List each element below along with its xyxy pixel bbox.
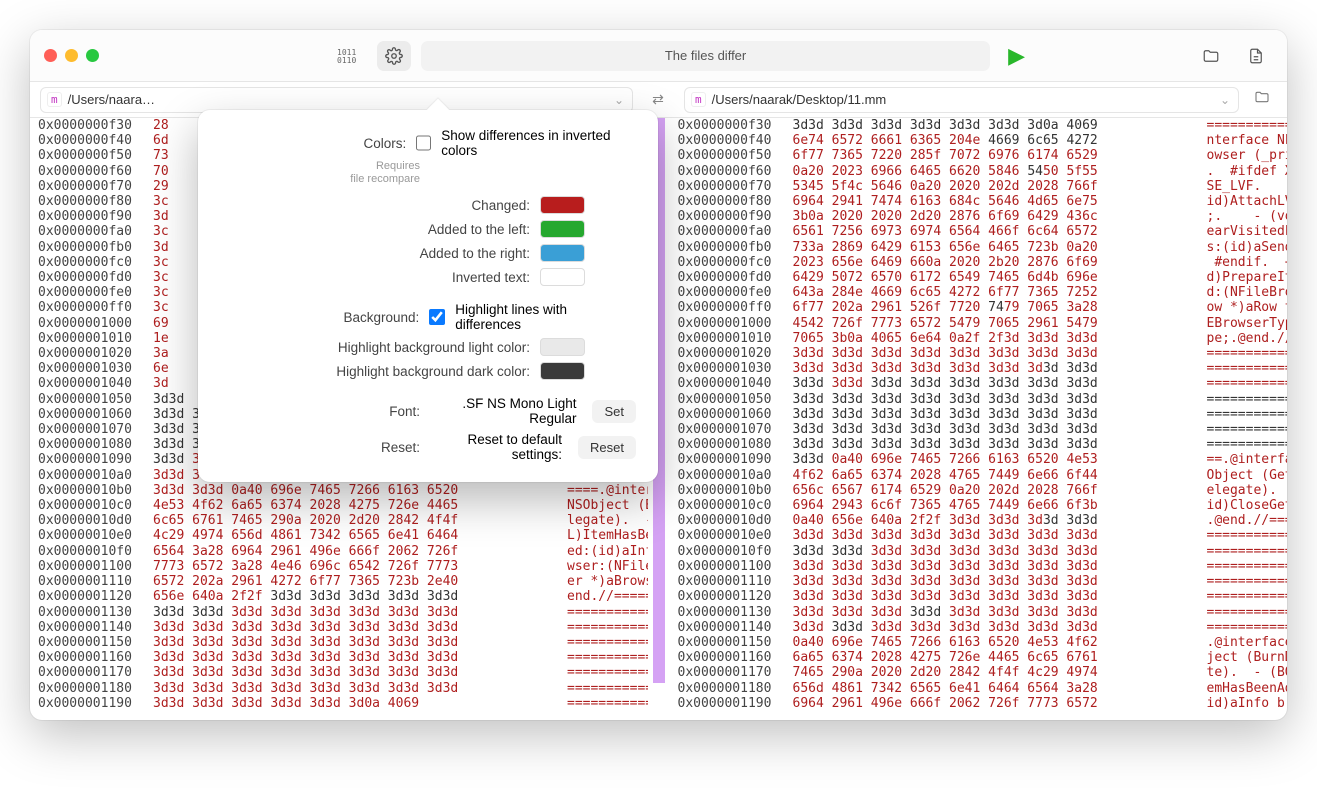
hex-row: 0x0000001150 3d3d 3d3d 3d3d 3d3d 3d3d 3d…	[38, 635, 640, 650]
hex-row: 0x00000010c0 4e53 4f62 6a65 6374 2028 42…	[38, 498, 640, 513]
hex-row: 0x0000000f90 3b0a 2020 2020 2d20 2876 6f…	[678, 209, 1280, 224]
hex-row: 0x0000001120 656e 640a 2f2f 3d3d 3d3d 3d…	[38, 589, 640, 604]
run-button[interactable]: ▶	[1000, 41, 1033, 71]
hex-row: 0x00000010d0 6c65 6761 7465 290a 2020 2d…	[38, 513, 640, 528]
browse-button[interactable]	[1247, 89, 1277, 110]
hex-row: 0x0000001140 3d3d 3d3d 3d3d 3d3d 3d3d 3d…	[678, 620, 1280, 635]
hl-dark-color-swatch[interactable]	[540, 362, 585, 380]
added-right-color-swatch[interactable]	[540, 244, 585, 262]
hex-row: 0x0000001190 6964 2961 496e 666f 2062 72…	[678, 696, 1280, 711]
hex-row: 0x00000010f0 3d3d 3d3d 3d3d 3d3d 3d3d 3d…	[678, 544, 1280, 559]
left-path-input[interactable]: m /Users/naara… ⌄	[40, 87, 633, 113]
hex-row: 0x0000001130 3d3d 3d3d 3d3d 3d3d 3d3d 3d…	[38, 605, 640, 620]
reset-button[interactable]: Reset	[578, 436, 636, 459]
hex-row: 0x00000010a0 4f62 6a65 6374 2028 4765 74…	[678, 468, 1280, 483]
file-type-icon: m	[47, 92, 62, 107]
hex-row: 0x0000001140 3d3d 3d3d 3d3d 3d3d 3d3d 3d…	[38, 620, 640, 635]
hex-row: 0x0000000f70 5345 5f4c 5646 0a20 2020 20…	[678, 179, 1280, 194]
zoom-icon[interactable]	[86, 49, 99, 62]
chevron-down-icon[interactable]: ⌄	[614, 93, 624, 107]
hex-row: 0x0000000f60 0a20 2023 6966 6465 6620 58…	[678, 164, 1280, 179]
set-font-button[interactable]: Set	[592, 400, 636, 423]
hex-row: 0x0000001160 3d3d 3d3d 3d3d 3d3d 3d3d 3d…	[38, 650, 640, 665]
binary-icon[interactable]: 10110110	[329, 41, 367, 71]
right-path-input[interactable]: m /Users/naarak/Desktop/11.mm ⌄	[684, 87, 1239, 113]
hex-row: 0x0000000f50 6f77 7365 7220 285f 7072 69…	[678, 148, 1280, 163]
added-left-color-swatch[interactable]	[540, 220, 585, 238]
inverted-colors-checkbox[interactable]	[416, 135, 431, 151]
hex-row: 0x0000001070 3d3d 3d3d 3d3d 3d3d 3d3d 3d…	[678, 422, 1280, 437]
hex-row: 0x0000000f80 6964 2941 7474 6163 684c 56…	[678, 194, 1280, 209]
hex-row: 0x0000000ff0 6f77 202a 2961 526f 7720 74…	[678, 300, 1280, 315]
hex-row: 0x0000001060 3d3d 3d3d 3d3d 3d3d 3d3d 3d…	[678, 407, 1280, 422]
changed-color-swatch[interactable]	[540, 196, 585, 214]
hl-light-color-swatch[interactable]	[540, 338, 585, 356]
hex-row: 0x0000000f30 3d3d 3d3d 3d3d 3d3d 3d3d 3d…	[678, 118, 1280, 133]
hex-row: 0x0000001190 3d3d 3d3d 3d3d 3d3d 3d3d 3d…	[38, 696, 640, 711]
hex-row: 0x0000000fe0 643a 284e 4669 6c65 4272 6f…	[678, 285, 1280, 300]
hex-row: 0x0000001110 3d3d 3d3d 3d3d 3d3d 3d3d 3d…	[678, 574, 1280, 589]
hex-row: 0x00000010b0 3d3d 3d3d 0a40 696e 7465 72…	[38, 483, 640, 498]
hex-row: 0x0000001110 6572 202a 2961 4272 6f77 73…	[38, 574, 640, 589]
hex-row: 0x0000000fa0 6561 7256 6973 6974 6564 46…	[678, 224, 1280, 239]
inverted-text-color-swatch[interactable]	[540, 268, 585, 286]
open-file-button[interactable]	[1239, 41, 1273, 71]
hex-row: 0x0000001160 6a65 6374 2028 4275 726e 44…	[678, 650, 1280, 665]
hex-row: 0x0000001040 3d3d 3d3d 3d3d 3d3d 3d3d 3d…	[678, 376, 1280, 391]
hex-row: 0x0000001170 7465 290a 2020 2d20 2842 4f…	[678, 665, 1280, 680]
status-text: The files differ	[421, 41, 990, 71]
hex-row: 0x0000001180 656d 4861 7342 6565 6e41 64…	[678, 681, 1280, 696]
hex-row: 0x0000000fb0 733a 2869 6429 6153 656e 64…	[678, 240, 1280, 255]
svg-text:0110: 0110	[337, 56, 356, 65]
hex-row: 0x0000001000 4542 726f 7773 6572 5479 70…	[678, 316, 1280, 331]
chevron-down-icon[interactable]: ⌄	[1220, 93, 1230, 107]
hex-row: 0x0000001090 3d3d 0a40 696e 7465 7266 61…	[678, 452, 1280, 467]
hex-row: 0x0000001080 3d3d 3d3d 3d3d 3d3d 3d3d 3d…	[678, 437, 1280, 452]
hex-row: 0x0000001100 3d3d 3d3d 3d3d 3d3d 3d3d 3d…	[678, 559, 1280, 574]
highlight-lines-checkbox[interactable]	[429, 309, 445, 325]
minimize-icon[interactable]	[65, 49, 78, 62]
hex-row: 0x0000001130 3d3d 3d3d 3d3d 3d3d 3d3d 3d…	[678, 605, 1280, 620]
hex-row: 0x0000000fd0 6429 5072 6570 6172 6549 74…	[678, 270, 1280, 285]
close-icon[interactable]	[44, 49, 57, 62]
hex-row: 0x00000010c0 6964 2943 6c6f 7365 4765 74…	[678, 498, 1280, 513]
hex-row: 0x0000001100 7773 6572 3a28 4e46 696c 65…	[38, 559, 640, 574]
window-controls[interactable]	[44, 49, 99, 62]
hex-row: 0x00000010e0 4c29 4974 656d 4861 7342 65…	[38, 528, 640, 543]
settings-popover: Colors: Show differences in inverted col…	[198, 110, 658, 482]
hex-row: 0x0000001050 3d3d 3d3d 3d3d 3d3d 3d3d 3d…	[678, 392, 1280, 407]
hex-row: 0x0000000f40 6e74 6572 6661 6365 204e 46…	[678, 133, 1280, 148]
file-type-icon: m	[691, 92, 706, 107]
hex-row: 0x0000001120 3d3d 3d3d 3d3d 3d3d 3d3d 3d…	[678, 589, 1280, 604]
open-folder-button[interactable]	[1193, 41, 1229, 71]
hex-row: 0x0000001170 3d3d 3d3d 3d3d 3d3d 3d3d 3d…	[38, 665, 640, 680]
hex-row: 0x0000000fc0 2023 656e 6469 660a 2020 2b…	[678, 255, 1280, 270]
hex-row: 0x00000010e0 3d3d 3d3d 3d3d 3d3d 3d3d 3d…	[678, 528, 1280, 543]
hex-row: 0x0000001180 3d3d 3d3d 3d3d 3d3d 3d3d 3d…	[38, 681, 640, 696]
hex-row: 0x0000001150 0a40 696e 7465 7266 6163 65…	[678, 635, 1280, 650]
hex-row: 0x00000010d0 0a40 656e 640a 2f2f 3d3d 3d…	[678, 513, 1280, 528]
hex-row: 0x0000001010 7065 3b0a 4065 6e64 0a2f 2f…	[678, 331, 1280, 346]
hex-row: 0x00000010b0 656c 6567 6174 6529 0a20 20…	[678, 483, 1280, 498]
right-hex-pane[interactable]: 0x0000000f30 3d3d 3d3d 3d3d 3d3d 3d3d 3d…	[670, 118, 1288, 720]
settings-button[interactable]	[377, 41, 411, 71]
hex-row: 0x00000010f0 6564 3a28 6964 2961 496e 66…	[38, 544, 640, 559]
hex-row: 0x0000001020 3d3d 3d3d 3d3d 3d3d 3d3d 3d…	[678, 346, 1280, 361]
hex-row: 0x0000001030 3d3d 3d3d 3d3d 3d3d 3d3d 3d…	[678, 361, 1280, 376]
